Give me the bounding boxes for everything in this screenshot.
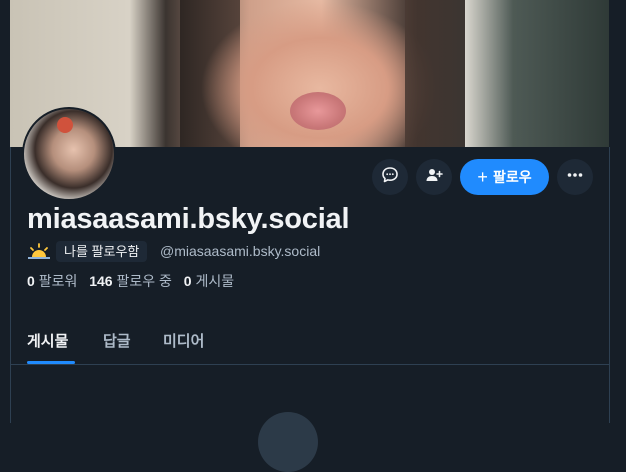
chat-bubble-icon (381, 166, 399, 188)
page-gutter-right (609, 0, 626, 423)
person-plus-icon (425, 166, 443, 188)
more-options-button[interactable] (557, 159, 593, 195)
profile-stats: 0 팔로워 146 팔로우 중 0 게시물 (27, 271, 234, 291)
profile-tabs: 게시물 답글 미디어 (11, 322, 609, 365)
column-border-left (10, 147, 11, 423)
tab-media[interactable]: 미디어 (163, 330, 204, 351)
tab-posts[interactable]: 게시물 (27, 330, 68, 351)
tabs-divider (11, 364, 609, 365)
loading-placeholder (258, 412, 318, 472)
profile-handle: @miasaasami.bsky.social (160, 243, 321, 259)
column-border-right (609, 147, 610, 423)
followers-stat[interactable]: 0 팔로워 (27, 273, 77, 289)
page-gutter-left (0, 0, 10, 423)
tab-replies[interactable]: 답글 (103, 330, 131, 351)
follow-button-label: 팔로우 (492, 169, 532, 185)
add-user-button[interactable] (416, 159, 452, 195)
sun-emoji-icon (28, 243, 50, 259)
profile-display-name: miasaasami.bsky.social (27, 203, 350, 235)
ellipsis-icon (566, 166, 584, 188)
follow-button[interactable]: + 팔로우 (460, 159, 549, 195)
message-button[interactable] (372, 159, 408, 195)
following-stat[interactable]: 146 팔로우 중 (89, 273, 172, 289)
plus-icon: + (477, 167, 488, 187)
follows-you-badge: 나를 팔로우함 (56, 241, 148, 262)
posts-stat: 0 게시물 (183, 273, 235, 289)
avatar[interactable] (22, 107, 116, 201)
